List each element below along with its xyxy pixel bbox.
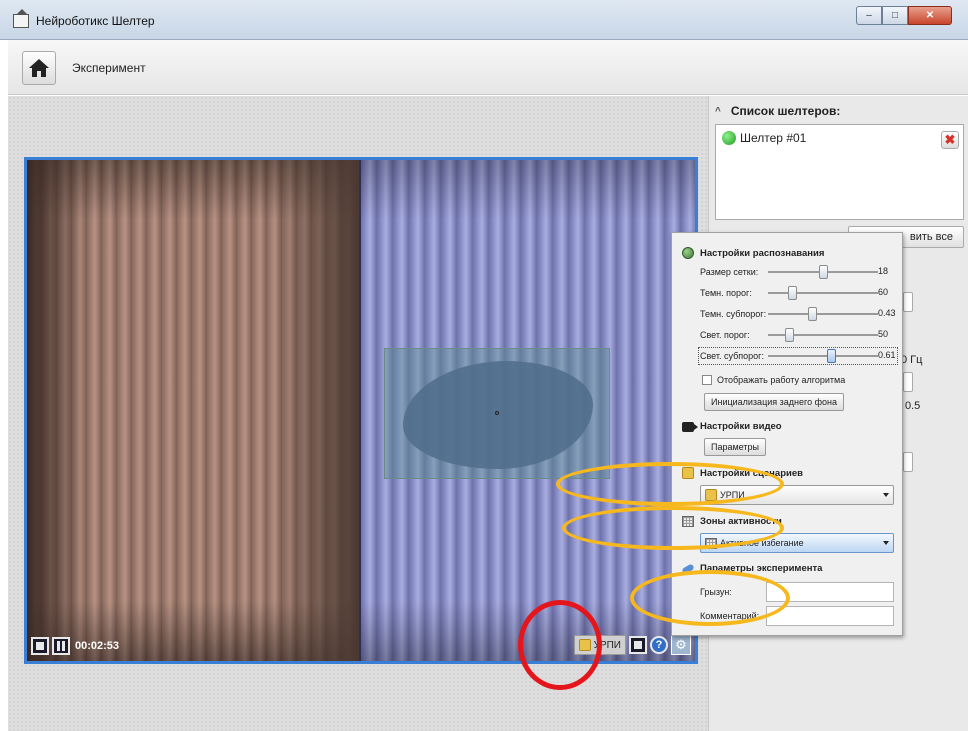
stop-icon: [36, 642, 44, 650]
page-title: Эксперимент: [72, 61, 146, 75]
slider-thumb[interactable]: [819, 265, 828, 279]
chevron-up-icon: ^: [715, 105, 721, 117]
slider[interactable]: [768, 349, 878, 363]
highlight-ring-scenario-button: [518, 600, 602, 690]
playback-controls: 00:02:53: [31, 637, 119, 655]
highlight-ring-experiment: [630, 570, 790, 626]
shelter-list-header[interactable]: ^ Список шелтеров:: [715, 104, 840, 118]
slider[interactable]: [768, 265, 878, 279]
recognition-title: Настройки распознавания: [700, 247, 825, 259]
slider-track: [768, 313, 878, 315]
spinner-2[interactable]: [903, 372, 913, 392]
page-header: Эксперимент: [8, 40, 968, 95]
slider-row: Темн. порог: 60: [700, 286, 896, 300]
centroid-marker: [495, 411, 499, 415]
settings-button[interactable]: ⚙: [671, 635, 691, 655]
video-view[interactable]: 00:02:53 УРПИ ? ⚙: [24, 157, 698, 664]
comment-input[interactable]: [766, 606, 894, 626]
slider[interactable]: [768, 328, 878, 342]
shelter-list-title: Список шелтеров:: [730, 104, 841, 118]
slider-value: 0.61: [878, 350, 896, 360]
slider-label: Темн. порог:: [700, 288, 752, 298]
slider[interactable]: [768, 307, 878, 321]
slider-label: Свет. порог:: [700, 330, 750, 340]
shelter-list: Шелтер #01 ✖: [715, 124, 964, 220]
show-algorithm-toggle[interactable]: Отображать работу алгоритма: [702, 375, 845, 385]
detection-zone[interactable]: [384, 348, 610, 479]
recognition-section-header: Настройки распознавания: [682, 247, 824, 259]
slider-row: Темн. субпорог: 0.43: [700, 307, 896, 321]
pause-button[interactable]: [52, 637, 70, 655]
slider-thumb[interactable]: [827, 349, 836, 363]
status-online-icon: [722, 131, 736, 145]
close-button[interactable]: ✕: [908, 6, 952, 25]
app-home-icon: [13, 9, 29, 28]
slider-label: Свет. субпорог:: [700, 351, 764, 361]
slider-label: Размер сетки:: [700, 267, 759, 277]
slider-value: 18: [878, 266, 889, 276]
delete-icon: ✖: [944, 132, 956, 147]
slider-row: Размер сетки: 18: [700, 265, 896, 279]
remove-shelter-button[interactable]: ✖: [941, 131, 959, 149]
record-stop-button[interactable]: [629, 636, 647, 654]
slider-row: Свет. порог: 50: [700, 328, 896, 342]
slider-thumb[interactable]: [785, 328, 794, 342]
maximize-button[interactable]: □: [882, 6, 908, 25]
slider-value: 50: [878, 329, 889, 339]
slider-label: Темн. субпорог:: [700, 309, 767, 319]
threshold-value: 0.5: [905, 400, 921, 412]
minimize-button[interactable]: –: [856, 6, 882, 25]
slider[interactable]: [768, 286, 878, 300]
dropdown-arrow-icon: [883, 541, 889, 545]
tracked-animal: [403, 361, 593, 469]
spinner-1[interactable]: [903, 292, 913, 312]
highlight-ring-zones: [562, 506, 784, 550]
help-icon: ?: [655, 639, 663, 651]
slider-track: [768, 355, 878, 357]
elapsed-timer: 00:02:53: [75, 640, 120, 652]
shelter-name: Шелтер #01: [740, 131, 807, 145]
spinner-3[interactable]: [903, 452, 913, 472]
pause-icon: [57, 641, 65, 651]
stop-button[interactable]: [31, 637, 49, 655]
window-titlebar: Нейроботикс Шелтер – □ ✕: [0, 0, 968, 40]
slider-track: [768, 292, 878, 294]
video-camera-icon: [682, 421, 698, 432]
slider-row: Свет. субпорог: 0.61: [698, 347, 898, 365]
dropdown-arrow-icon: [883, 493, 889, 497]
home-icon: [29, 59, 49, 77]
window-controls: – □ ✕: [856, 6, 952, 25]
show-algorithm-checkbox[interactable]: [702, 375, 712, 385]
camera-view-left: [27, 160, 361, 661]
gear-icon: ⚙: [675, 637, 687, 652]
slider-thumb[interactable]: [788, 286, 797, 300]
video-section-header: Настройки видео: [682, 421, 782, 432]
frequency-value: 0 Гц: [901, 354, 923, 366]
video-params-button[interactable]: Параметры: [704, 438, 766, 456]
init-background-button[interactable]: Инициализация заднего фона: [704, 393, 844, 411]
show-algorithm-label: Отображать работу алгоритма: [717, 375, 846, 385]
home-button[interactable]: [22, 51, 56, 85]
stop-icon: [634, 641, 642, 649]
list-item[interactable]: Шелтер #01: [722, 131, 806, 145]
slider-thumb[interactable]: [808, 307, 817, 321]
check-ok-icon: [682, 247, 694, 259]
video-settings-title: Настройки видео: [700, 421, 782, 432]
slider-value: 0.43: [878, 308, 896, 318]
help-button[interactable]: ?: [650, 636, 668, 654]
slider-value: 60: [878, 287, 889, 297]
window-title: Нейроботикс Шелтер: [36, 14, 155, 28]
highlight-ring-scenarios: [556, 462, 784, 506]
